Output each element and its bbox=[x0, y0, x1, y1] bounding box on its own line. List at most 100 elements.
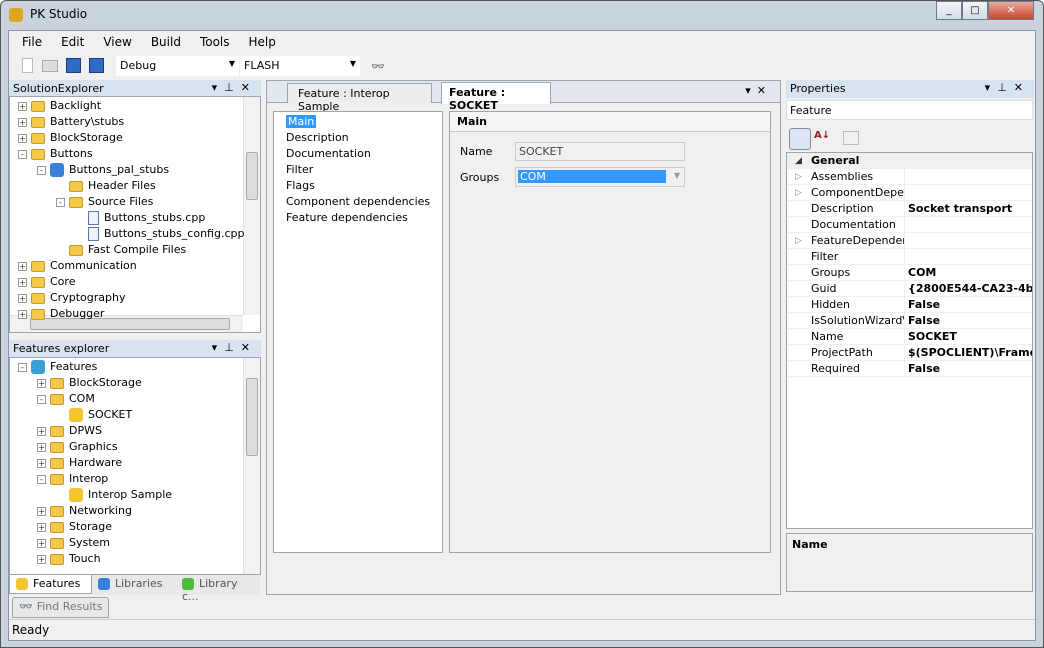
nav-item[interactable]: Flags bbox=[286, 178, 442, 194]
tree-item[interactable]: Fast Compile Files bbox=[18, 242, 260, 258]
collapse-icon[interactable]: - bbox=[37, 394, 46, 404]
nav-item[interactable]: Filter bbox=[286, 162, 442, 178]
new-file-icon[interactable] bbox=[22, 58, 33, 73]
nav-item[interactable]: Documentation bbox=[286, 146, 442, 162]
tree-item[interactable]: + Cryptography bbox=[18, 290, 260, 306]
tree-item[interactable]: + Communication bbox=[18, 258, 260, 274]
tab-socket[interactable]: Feature : SOCKET bbox=[441, 82, 551, 112]
tree-item[interactable]: Interop Sample bbox=[18, 487, 260, 503]
name-field[interactable]: SOCKET bbox=[515, 142, 685, 161]
expand-icon[interactable]: + bbox=[18, 309, 27, 319]
expand-icon[interactable]: ▷ bbox=[795, 169, 802, 184]
tree-item[interactable]: + Graphics bbox=[18, 439, 260, 455]
panel-controls[interactable]: ▾⊥✕ bbox=[985, 81, 1030, 94]
property-value[interactable]: Socket transport bbox=[908, 201, 1012, 216]
tree-item[interactable]: + Networking bbox=[18, 503, 260, 519]
groups-dropdown[interactable]: COM ▼ bbox=[515, 167, 685, 187]
property-row[interactable]: ▷ Assemblies bbox=[787, 169, 1032, 185]
target-dropdown[interactable]: FLASH ▼ bbox=[240, 56, 360, 76]
expand-icon[interactable]: + bbox=[18, 117, 27, 127]
property-row[interactable]: Documentation bbox=[787, 217, 1032, 233]
nav-item[interactable]: Component dependencies bbox=[286, 194, 442, 210]
expand-icon[interactable]: + bbox=[37, 426, 46, 436]
tree-item[interactable]: + DPWS bbox=[18, 423, 260, 439]
tab-library-categories[interactable]: Library c... bbox=[176, 575, 260, 603]
expand-icon[interactable]: ▷ bbox=[795, 233, 802, 248]
close-button[interactable]: ✕ bbox=[988, 1, 1034, 20]
collapse-icon[interactable]: - bbox=[18, 362, 27, 372]
expand-icon[interactable]: + bbox=[37, 554, 46, 564]
tab-find-results[interactable]: 👓 Find Results bbox=[12, 597, 110, 618]
expand-icon[interactable]: + bbox=[37, 378, 46, 388]
tree-item[interactable]: + BlockStorage bbox=[18, 130, 260, 146]
menu-build[interactable]: Build bbox=[151, 35, 181, 49]
expand-icon[interactable]: + bbox=[18, 261, 27, 271]
panel-controls[interactable]: ▾⊥✕ bbox=[212, 81, 257, 94]
tree-item[interactable]: + Core bbox=[18, 274, 260, 290]
expand-icon[interactable]: + bbox=[37, 442, 46, 452]
save-icon[interactable] bbox=[66, 58, 81, 73]
property-value[interactable]: {2800E544-CA23-4b32 bbox=[908, 281, 1032, 296]
tree-item[interactable]: SOCKET bbox=[18, 407, 260, 423]
property-value[interactable]: $(SPOCLIENT)\Frame bbox=[908, 345, 1032, 360]
expand-icon[interactable]: + bbox=[37, 506, 46, 516]
expand-icon[interactable]: + bbox=[37, 458, 46, 468]
property-row[interactable]: Required False bbox=[787, 361, 1032, 377]
tab-features[interactable]: Features ... bbox=[9, 574, 92, 603]
expand-icon[interactable]: + bbox=[18, 277, 27, 287]
tree-item[interactable]: + BlockStorage bbox=[18, 375, 260, 391]
expand-icon[interactable]: + bbox=[18, 133, 27, 143]
expand-icon[interactable]: + bbox=[18, 101, 27, 111]
tree-item[interactable]: - Buttons bbox=[18, 146, 260, 162]
property-row[interactable]: IsSolutionWizardVisFalse bbox=[787, 313, 1032, 329]
tree-item[interactable]: + Hardware bbox=[18, 455, 260, 471]
property-row[interactable]: ProjectPath $(SPOCLIENT)\Frame bbox=[787, 345, 1032, 361]
property-row[interactable]: Hidden False bbox=[787, 297, 1032, 313]
tree-item[interactable]: + Storage bbox=[18, 519, 260, 535]
object-selector[interactable]: Feature bbox=[786, 100, 1033, 120]
property-row[interactable]: Groups COM bbox=[787, 265, 1032, 281]
tree-item[interactable]: - Features bbox=[18, 359, 260, 375]
tab-libraries[interactable]: Libraries ... bbox=[92, 575, 176, 603]
tree-item[interactable]: Buttons_stubs_config.cpp bbox=[18, 226, 260, 242]
property-row[interactable]: ▷ ComponentDepend bbox=[787, 185, 1032, 201]
tree-item[interactable]: + Backlight bbox=[18, 98, 260, 114]
open-folder-icon[interactable] bbox=[42, 60, 58, 72]
tree-item[interactable]: - Buttons_pal_stubs bbox=[18, 162, 260, 178]
alphabetical-sort-icon[interactable]: A↓ bbox=[814, 130, 830, 141]
property-row[interactable]: Guid{2800E544-CA23-4b32 bbox=[787, 281, 1032, 297]
tree-item[interactable]: - Source Files bbox=[18, 194, 260, 210]
nav-item[interactable]: Description bbox=[286, 130, 442, 146]
category-general[interactable]: ◢ General bbox=[787, 153, 1032, 169]
tree-item[interactable]: Buttons_stubs.cpp bbox=[18, 210, 260, 226]
find-binoculars-icon[interactable]: 👓 bbox=[371, 60, 385, 73]
property-value[interactable]: False bbox=[908, 297, 940, 312]
property-pages-icon[interactable] bbox=[843, 131, 859, 145]
maximize-button[interactable]: □ bbox=[962, 1, 988, 20]
property-row[interactable]: ▷ FeatureDependenc bbox=[787, 233, 1032, 249]
configuration-dropdown[interactable]: Debug ▼ bbox=[116, 56, 239, 76]
tab-strip-controls[interactable]: ▾✕ bbox=[745, 84, 772, 97]
property-row[interactable]: Filter bbox=[787, 249, 1032, 265]
tree-item[interactable]: - COM bbox=[18, 391, 260, 407]
tree-item[interactable]: Header Files bbox=[18, 178, 260, 194]
menu-edit[interactable]: Edit bbox=[61, 35, 84, 49]
property-value[interactable]: SOCKET bbox=[908, 329, 957, 344]
nav-item[interactable]: Main bbox=[286, 114, 442, 130]
property-value[interactable]: COM bbox=[908, 265, 936, 280]
menu-file[interactable]: File bbox=[22, 35, 42, 49]
property-row[interactable]: Description Socket transport bbox=[787, 201, 1032, 217]
expand-icon[interactable]: ▷ bbox=[795, 185, 802, 200]
expand-icon[interactable]: + bbox=[37, 522, 46, 532]
property-value[interactable]: False bbox=[908, 361, 940, 376]
panel-controls[interactable]: ▾⊥✕ bbox=[212, 341, 257, 354]
minimize-button[interactable]: _ bbox=[936, 1, 962, 20]
menu-help[interactable]: Help bbox=[249, 35, 276, 49]
tree-item[interactable]: + System bbox=[18, 535, 260, 551]
expand-icon[interactable]: + bbox=[18, 293, 27, 303]
collapse-icon[interactable]: - bbox=[37, 165, 46, 175]
tree-item[interactable]: - Interop bbox=[18, 471, 260, 487]
expand-icon[interactable]: + bbox=[37, 538, 46, 548]
property-value[interactable]: False bbox=[908, 313, 940, 328]
collapse-icon[interactable]: - bbox=[18, 149, 27, 159]
